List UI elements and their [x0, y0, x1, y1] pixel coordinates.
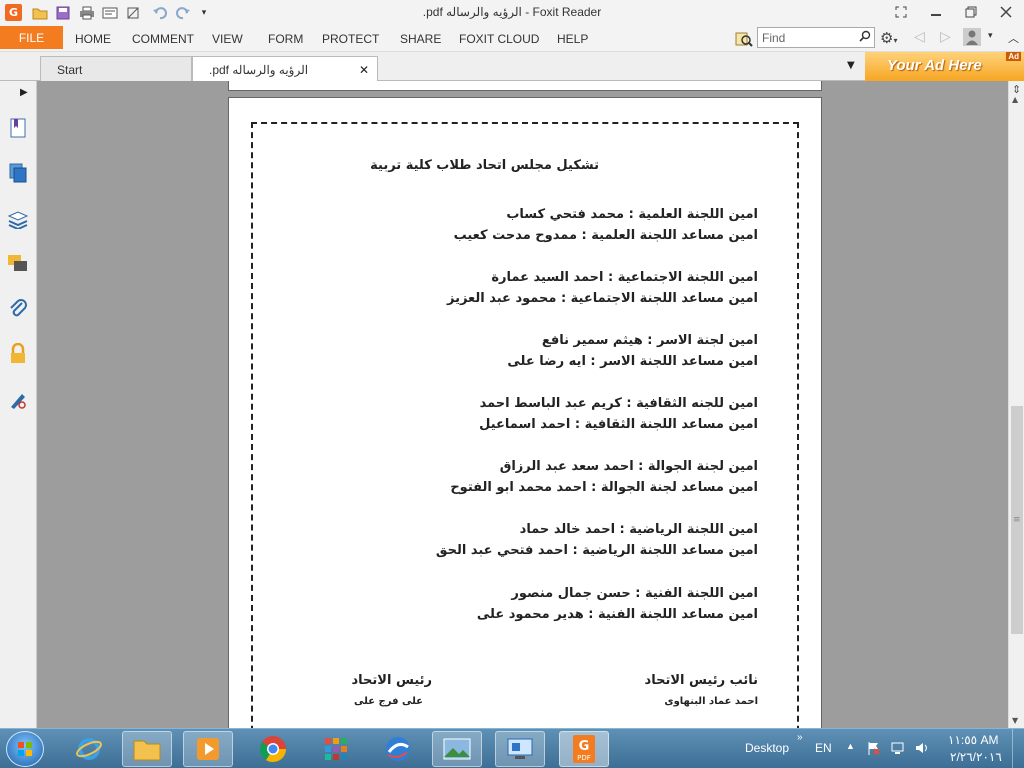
- bookmarks-icon[interactable]: [6, 116, 30, 140]
- vice-president-name: احمد عماد البنهاوى: [664, 696, 758, 707]
- search-icon[interactable]: [859, 30, 871, 45]
- browser-swirl-icon[interactable]: [373, 731, 423, 767]
- internet-explorer-icon[interactable]: [64, 731, 114, 767]
- minimize-button[interactable]: [926, 3, 946, 21]
- tab-start[interactable]: Start: [40, 56, 192, 81]
- menu-form[interactable]: FORM: [268, 32, 303, 46]
- foxit-reader-taskbar-icon[interactable]: G PDF: [559, 731, 609, 767]
- control-panel-icon[interactable]: [495, 731, 545, 767]
- doc-line: امين مساعد لجنة الجوالة : احمد محمد ابو …: [450, 480, 758, 495]
- pdf-page: تشكيل مجلس اتحاد طلاب كلية تربية امين ال…: [228, 97, 822, 728]
- action-center-flag-icon[interactable]: [866, 740, 882, 759]
- ad-banner[interactable]: Your Ad Here Ad: [865, 52, 1024, 81]
- restore-button[interactable]: [961, 3, 981, 21]
- comments-icon[interactable]: [6, 252, 30, 276]
- doc-line: امين مساعد اللجنة العلمية : ممدوح مدحت ك…: [453, 228, 758, 243]
- doc-line: امين مساعد اللجنة الاسر : ايه رضا على: [507, 354, 758, 369]
- show-desktop-button[interactable]: [1012, 729, 1024, 768]
- menu-home[interactable]: HOME: [75, 32, 111, 46]
- menu-help[interactable]: HELP: [557, 32, 588, 46]
- clock-time[interactable]: ١١:٥٥ AM: [948, 733, 998, 747]
- apps-grid-icon[interactable]: [311, 731, 361, 767]
- vice-president-title: نائب رئيس الاتحاد: [644, 673, 758, 688]
- settings-gear-icon[interactable]: ⚙▾: [880, 29, 904, 47]
- title-bar: G ▾ .pdf الرؤيه والرساله - Foxit Reader: [0, 0, 1024, 26]
- language-indicator[interactable]: EN: [815, 741, 832, 755]
- file-menu-button[interactable]: FILE: [0, 26, 63, 49]
- scroll-down-arrow-icon[interactable]: ▼: [1012, 716, 1018, 725]
- file-explorer-icon[interactable]: [122, 731, 172, 767]
- tab-document[interactable]: .pdf الرؤيه والرساله ✕: [192, 56, 378, 81]
- desktop-toolbar-label[interactable]: Desktop: [745, 741, 789, 755]
- vertical-scrollbar[interactable]: ⇕ ▲ ≡ ▼: [1008, 81, 1024, 728]
- media-player-icon[interactable]: [183, 731, 233, 767]
- previous-arrow-icon[interactable]: ◁: [914, 29, 925, 45]
- signatures-icon[interactable]: [6, 388, 30, 412]
- photo-viewer-icon[interactable]: [432, 731, 482, 767]
- user-account-icon[interactable]: [963, 28, 981, 46]
- fullscreen-icon[interactable]: [891, 3, 911, 21]
- close-button[interactable]: [996, 3, 1016, 21]
- clock-date[interactable]: ٢/٢٦/٢٠١٦: [950, 750, 1002, 764]
- menu-foxit-cloud[interactable]: FOXIT CLOUD: [459, 32, 539, 46]
- document-viewport[interactable]: تشكيل مجلس اتحاد طلاب كلية تربية امين ال…: [37, 81, 1008, 728]
- layers-icon[interactable]: [6, 207, 30, 231]
- doc-line: امين لجنة الاسر : هيثم سمير نافع: [541, 333, 758, 348]
- president-title: رئيس الاتحاد: [351, 673, 432, 688]
- svg-text:G: G: [579, 739, 590, 754]
- find-options-icon[interactable]: [735, 30, 753, 48]
- doc-line: امين اللجنة الاجتماعية : احمد السيد عمار…: [491, 270, 758, 285]
- menu-comment[interactable]: COMMENT: [132, 32, 194, 46]
- close-tab-icon[interactable]: ✕: [359, 63, 369, 77]
- volume-speaker-icon[interactable]: [914, 740, 930, 759]
- scroll-up-arrow-icon[interactable]: ▲: [1012, 95, 1018, 104]
- chrome-icon[interactable]: [248, 731, 298, 767]
- doc-line: امين مساعد اللجنة الرياضية : احمد فتحي ع…: [435, 543, 758, 558]
- doc-line: امين اللجنة الرياضية : احمد خالد حماد: [519, 522, 758, 537]
- doc-line: امين للجنه الثقافية : كريم عبد الباسط اح…: [479, 396, 758, 411]
- account-chevron-icon[interactable]: ▾: [988, 31, 993, 41]
- network-icon[interactable]: [891, 740, 907, 759]
- menu-share[interactable]: SHARE: [400, 32, 441, 46]
- collapse-ribbon-icon[interactable]: ︿: [1008, 30, 1019, 46]
- expand-panel-arrow-icon[interactable]: ▶: [20, 87, 28, 98]
- tab-list-chevron-icon[interactable]: ▼: [847, 60, 855, 71]
- doc-line: امين اللجنة العلمية : محمد فتحي كساب: [506, 207, 758, 222]
- doc-line: امين مساعد اللجنة الاجتماعية : محمود عبد…: [446, 291, 758, 306]
- previous-page: [228, 81, 822, 91]
- doc-line: امين لجنة الجوالة : احمد سعد عبد الرزاق: [499, 459, 758, 474]
- windows-taskbar: G PDF Desktop » EN ▲ ١١:٥٥ AM ٢/٢٦/٢٠١٦: [0, 728, 1024, 768]
- show-hidden-icons-arrow-icon[interactable]: ▲: [846, 741, 855, 751]
- doc-line: امين مساعد اللجنة الفنية : هدير محمود عل…: [476, 607, 758, 622]
- menu-view[interactable]: VIEW: [212, 32, 243, 46]
- doc-line: امين اللجنة الفنية : حسن جمال منصور: [511, 586, 758, 601]
- menu-protect[interactable]: PROTECT: [322, 32, 379, 46]
- svg-text:PDF: PDF: [577, 754, 591, 762]
- start-button[interactable]: [6, 731, 44, 767]
- next-arrow-icon[interactable]: ▷: [940, 29, 951, 45]
- security-lock-icon[interactable]: [6, 342, 30, 366]
- window-title: .pdf الرؤيه والرساله - Foxit Reader: [422, 5, 602, 19]
- navigation-panel: ▶: [0, 81, 38, 728]
- toolbar-expand-icon[interactable]: »: [797, 732, 803, 743]
- attachments-paperclip-icon[interactable]: [6, 297, 30, 321]
- document-heading: تشكيل مجلس اتحاد طلاب كلية تربية: [370, 158, 599, 173]
- scroll-grip-icon: ≡: [1013, 515, 1021, 525]
- pages-thumbnails-icon[interactable]: [6, 161, 30, 185]
- president-name: على فرج على: [354, 696, 423, 707]
- doc-line: امين مساعد اللجنة الثقافية : احمد اسماعي…: [479, 417, 758, 432]
- find-input[interactable]: Find: [757, 27, 875, 48]
